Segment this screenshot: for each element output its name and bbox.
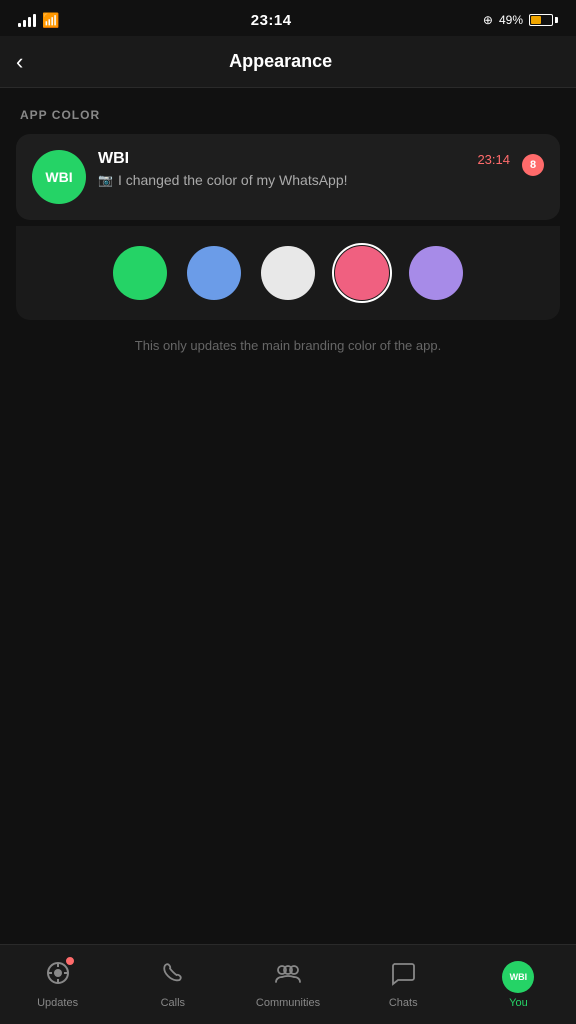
swatch-purple[interactable] [409,246,463,300]
bottom-nav: Updates Calls Communities [0,944,576,1024]
swatch-white[interactable] [261,246,315,300]
swatch-green[interactable] [113,246,167,300]
nav-item-communities[interactable]: Communities [230,952,345,1017]
updates-badge [65,956,75,966]
swatch-blue[interactable] [187,246,241,300]
wifi-icon: 📶 [42,12,59,29]
nav-item-you[interactable]: WBI You [461,953,576,1017]
nav-label-chats: Chats [389,997,418,1009]
chat-message: 📷 I changed the color of my WhatsApp! [98,172,510,188]
nav-label-updates: Updates [37,997,78,1009]
swatch-pink[interactable] [335,246,389,300]
camera-icon: 📷 [98,173,113,187]
updates-icon [45,960,71,993]
status-bar: 📶 23:14 ⊕ 49% [0,0,576,36]
nav-item-calls[interactable]: Calls [115,952,230,1017]
communities-icon [274,960,302,993]
battery-icon [529,14,558,26]
page-title: Appearance [35,51,526,72]
swatches-area [16,226,560,320]
chat-top: WBI 23:14 [98,150,510,168]
signal-icon [18,13,36,27]
header: ‹ Appearance [0,36,576,88]
preview-card: WBI WBI 23:14 📷 I changed the color of m… [16,134,560,220]
nav-label-you: You [509,997,528,1009]
status-right: ⊕ 49% [483,13,558,27]
hint-text: This only updates the main branding colo… [16,336,560,356]
you-avatar: WBI [502,961,534,993]
status-left: 📶 [18,12,59,29]
chat-name: WBI [98,150,129,168]
chat-message-text: I changed the color of my WhatsApp! [118,172,348,188]
nav-item-updates[interactable]: Updates [0,952,115,1017]
chat-time: 23:14 [477,152,510,167]
nav-label-communities: Communities [256,997,320,1009]
main-content: APP COLOR WBI WBI 23:14 📷 I changed the … [0,88,576,376]
location-icon: ⊕ [483,13,493,27]
calls-icon [160,960,186,993]
back-button[interactable]: ‹ [16,49,23,75]
nav-item-chats[interactable]: Chats [346,952,461,1017]
status-time: 23:14 [251,12,292,29]
unread-badge: 8 [522,154,544,176]
avatar: WBI [32,150,86,204]
battery-percent: 49% [499,13,523,27]
nav-label-calls: Calls [161,997,185,1009]
section-label: APP COLOR [16,108,560,122]
chats-icon [390,960,416,993]
chat-content: WBI 23:14 📷 I changed the color of my Wh… [98,150,510,188]
chat-item: WBI WBI 23:14 📷 I changed the color of m… [32,150,544,204]
